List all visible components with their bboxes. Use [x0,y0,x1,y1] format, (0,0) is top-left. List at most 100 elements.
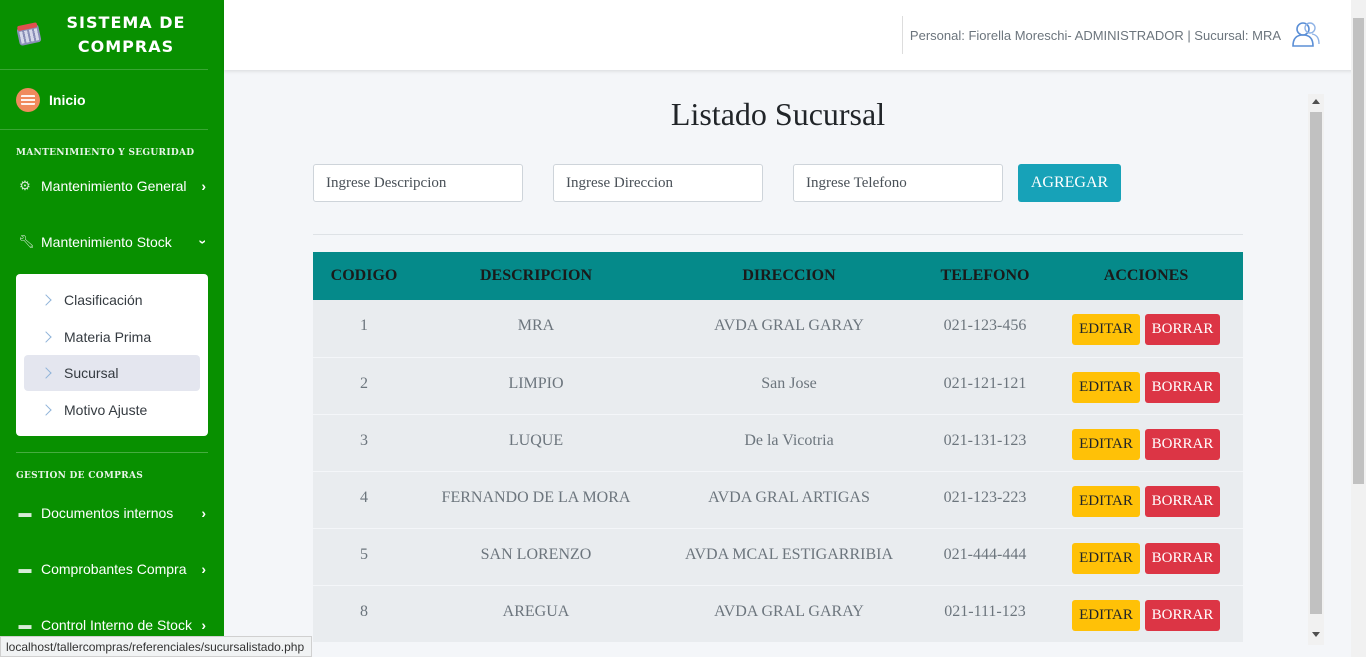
chevron-right-icon: › [201,178,206,194]
nav-label: Mantenimiento Stock [41,234,172,250]
nav-comprobantes-compra[interactable]: ▬ Comprobantes Compra › [0,541,224,597]
submenu-item-motivo-ajuste[interactable]: Motivo Ajuste [24,392,200,428]
column-header-telefono: TELEFONO [940,267,1030,284]
cell-acciones: EDITAR BORRAR [1049,357,1243,414]
cell-acciones: EDITAR BORRAR [1049,471,1243,528]
cell-telefono: 021-123-456 [943,317,1027,334]
cell-telefono: 021-131-123 [943,431,1027,449]
cell-codigo: 1 [360,317,368,334]
page-title: Listado Sucursal [670,96,886,132]
nav-home[interactable]: Inicio [0,70,208,130]
nav-label: Comprobantes Compra [41,561,187,577]
nav-label: Mantenimiento General [41,178,187,194]
column-header-codigo: CODIGO [330,267,398,284]
nav-mantenimiento-stock[interactable]: 🔧︎ Mantenimiento Stock › [0,214,224,270]
cell-codigo: 5 [360,545,368,563]
nav-mantenimiento-general[interactable]: ⚙ Mantenimiento General › [0,158,224,214]
delete-button[interactable]: BORRAR [1145,428,1220,460]
cell-descripcion: LUQUE [508,431,564,449]
table-header-row: CODIGO DESCRIPCION DIRECCION TELEFONO AC… [313,252,1243,300]
top-header: Personal: Fiorella Moreschi- ADMINISTRAD… [224,0,1366,70]
cell-descripcion: SAN LORENZO [480,545,592,563]
chevron-right-icon [40,403,52,416]
direccion-input[interactable] [553,164,763,202]
content-scrollbar-thumb[interactable] [1310,112,1322,614]
cell-telefono: 021-111-123 [944,602,1026,620]
submenu-item-materia-prima[interactable]: Materia Prima [24,319,200,355]
cell-direccion: De la Vicotria [744,431,834,449]
brand-line-2: COMPRAS [77,36,175,56]
brand[interactable]: SISTEMA DE COMPRAS [0,0,208,70]
users-icon[interactable] [1292,20,1320,48]
add-button[interactable]: AGREGAR [1018,164,1121,202]
edit-button[interactable]: EDITAR [1072,314,1140,345]
submenu-item-sucursal[interactable]: Sucursal [24,355,200,391]
descripcion-input[interactable] [313,164,523,202]
cell-acciones: EDITAR BORRAR [1049,414,1243,471]
edit-button[interactable]: EDITAR [1072,371,1140,403]
nav-home-label: Inicio [49,91,86,108]
nav-documentos-internos[interactable]: ▬ Documentos internos › [0,485,224,541]
table-row: 4 FERNANDO DE LA MORA AVDA GRAL ARTIGAS 021… [313,471,1243,528]
cell-codigo: 2 [360,374,368,392]
cell-telefono: 021-444-444 [943,545,1027,563]
submenu-label: Sucursal [64,365,119,381]
table-row: 1 MRA AVDA GRAL GARAY 021-123-456 EDITAR BOR… [313,300,1243,357]
edit-button[interactable]: EDITAR [1072,542,1140,574]
cell-descripcion: MRA [517,317,555,334]
section-title-compras: GESTION DE COMPRAS [16,471,144,481]
brand-line-1: SISTEMA DE [66,12,186,32]
cell-telefono: 021-123-223 [943,488,1027,506]
brand-title: SISTEMA DE COMPRAS [62,11,190,59]
chevron-down-icon: › [195,239,212,245]
delete-button[interactable]: BORRAR [1145,599,1220,631]
sucursal-table: CODIGO DESCRIPCION DIRECCION TELEFONO AC… [313,252,1243,643]
section-title-maintenance: MANTENIMIENTO Y SEGURIDAD [16,148,195,158]
column-header-descripcion: DESCRIPCION [479,267,592,284]
table-row: 3 LUQUE De la Vicotria 021-131-123 EDITAR BO… [313,414,1243,471]
status-bar-url: localhost/tallercompras/referenciales/su… [0,636,312,657]
cell-descripcion: LIMPIO [508,374,564,392]
main-content: Listado Sucursal AGREGAR CODIGO DESCRIPC… [224,70,1308,657]
window-scrollbar-thumb[interactable] [1353,18,1364,484]
divider [16,452,208,453]
submenu-item-clasificacion[interactable]: Clasificación [24,282,200,318]
cell-descripcion: FERNANDO DE LA MORA [441,488,631,506]
cell-direccion: AVDA GRAL GARAY [714,317,864,334]
scroll-down-arrow-icon[interactable] [1312,632,1320,637]
column-header-direccion: DIRECCION [742,267,836,284]
cell-acciones: EDITAR BORRAR [1049,585,1243,642]
user-info: Personal: Fiorella Moreschi- ADMINISTRAD… [909,28,1281,43]
telefono-input[interactable] [793,164,1003,202]
edit-button[interactable]: EDITAR [1072,485,1140,517]
column-header-acciones: ACCIONES [1103,267,1189,284]
archive-icon: ▬ [18,617,32,632]
wrench-icon: 🔧︎ [18,234,35,249]
submenu-label: Materia Prima [64,328,152,345]
archive-icon: ▬ [18,561,32,576]
cell-direccion: AVDA GRAL GARAY [714,602,864,620]
table-row: 8 AREGUA AVDA GRAL GARAY 021-111-123 EDITAR … [313,585,1243,642]
delete-button[interactable]: BORRAR [1145,314,1220,345]
chevron-right-icon [40,294,52,306]
chevron-right-icon [40,330,52,343]
cell-direccion: AVDA GRAL ARTIGAS [708,488,870,506]
cell-codigo: 4 [360,488,368,506]
table-row: 2 LIMPIO San Jose 021-121-121 EDITAR BORRAR [313,357,1243,414]
stock-submenu: Clasificación Materia Prima Sucursal Mot… [16,274,208,436]
delete-button[interactable]: BORRAR [1145,542,1220,574]
nav-label: Documentos internos [41,505,174,521]
header-divider [902,16,903,54]
archive-icon: ▬ [18,505,32,520]
delete-button[interactable]: BORRAR [1145,485,1220,517]
delete-button[interactable]: BORRAR [1145,371,1220,403]
cell-direccion: AVDA MCAL ESTIGARRIBIA [684,545,893,563]
cell-codigo: 3 [360,431,368,449]
cell-telefono: 021-121-121 [943,374,1027,392]
scroll-up-arrow-icon[interactable] [1312,99,1320,104]
chevron-right-icon [40,367,52,379]
edit-button[interactable]: EDITAR [1072,428,1140,460]
edit-button[interactable]: EDITAR [1072,599,1140,631]
sidebar: SISTEMA DE COMPRAS Inicio MANTENIMIENTO … [0,0,224,657]
cell-acciones: EDITAR BORRAR [1049,300,1243,357]
